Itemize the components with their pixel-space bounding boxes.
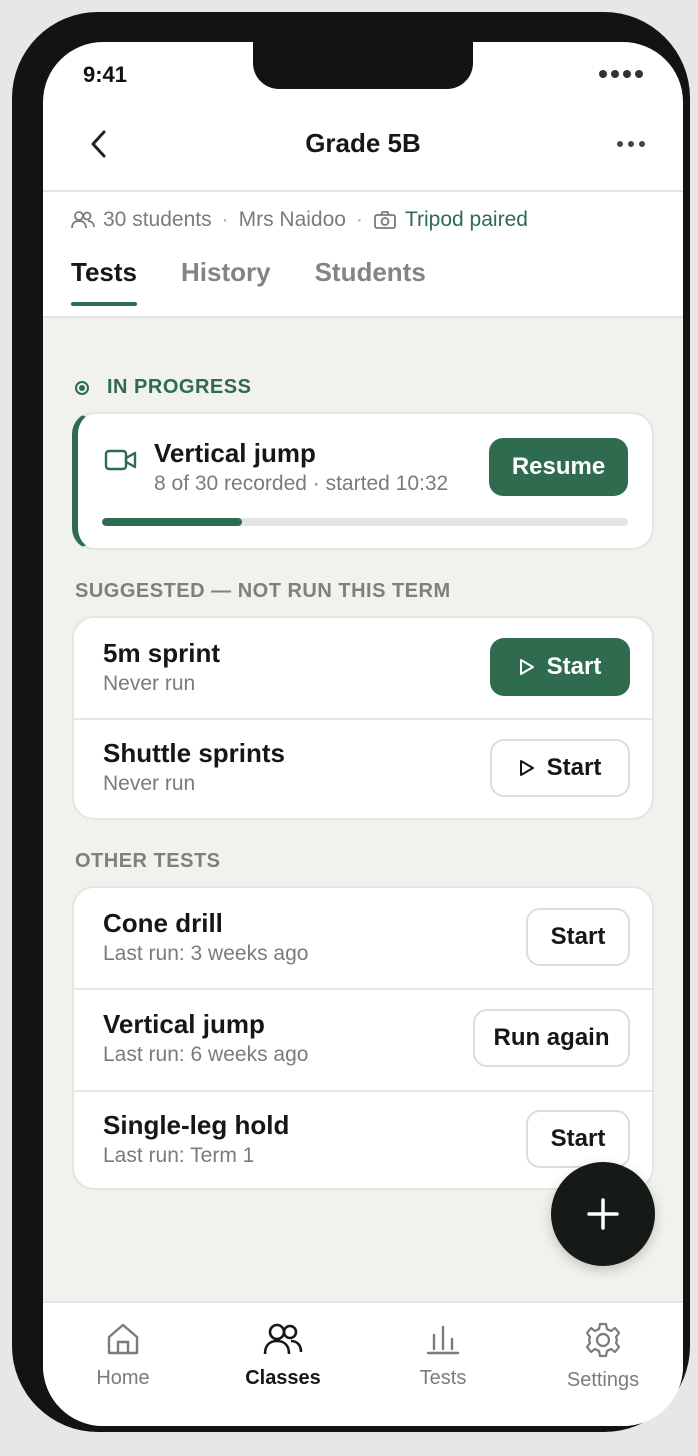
in-progress-subtitle: 8 of 30 recorded · started 10:32 (154, 472, 449, 495)
in-progress-label-text: IN PROGRESS (107, 376, 252, 398)
test-subtitle: Never run (103, 772, 196, 795)
people-icon (71, 211, 95, 229)
in-progress-card: Vertical jump 8 of 30 recorded · started… (72, 412, 654, 550)
home-icon (107, 1323, 139, 1355)
page-title: Grade 5B (305, 128, 421, 158)
test-title: Vertical jump (103, 1009, 265, 1039)
list-item: Shuttle sprints Never run Start (74, 720, 652, 818)
people-icon (263, 1323, 303, 1355)
meta-separator: · (221, 208, 229, 231)
nav-tests[interactable]: Tests (363, 1321, 523, 1390)
camera-icon (374, 211, 396, 229)
status-time: 9:41 (83, 62, 128, 87)
start-button-label: Start (546, 653, 602, 680)
nav-settings-label: Settings (566, 1369, 640, 1391)
start-button[interactable]: Start (526, 908, 630, 966)
meta-separator: · (355, 208, 363, 231)
device-notch (253, 42, 473, 89)
start-button[interactable]: Start (490, 638, 630, 696)
suggested-label: SUGGESTED — NOT RUN THIS TERM (75, 580, 451, 602)
student-count: 30 students (103, 208, 212, 231)
signal-dots-icon (599, 70, 643, 78)
nav-tests-label: Tests (419, 1367, 467, 1389)
other-tests-label: OTHER TESTS (75, 850, 221, 872)
start-button[interactable]: Start (490, 739, 630, 797)
suggested-card: 5m sprint Never run Start Shuttle sprint… (72, 616, 654, 820)
tab-students[interactable]: Students (315, 257, 426, 306)
in-progress-label: IN PROGRESS (75, 376, 251, 399)
recording-progress-fill (102, 518, 243, 526)
test-subtitle: Last run: Term 1 (103, 1144, 255, 1167)
tab-history[interactable]: History (181, 257, 271, 306)
start-button-label: Start (550, 923, 606, 950)
tripod-status[interactable]: Tripod paired (405, 208, 528, 232)
run-again-button[interactable]: Run again (473, 1009, 630, 1067)
nav-settings[interactable]: Settings (523, 1321, 683, 1392)
test-title: Cone drill (103, 908, 223, 938)
recording-progress-bar (102, 518, 628, 526)
gear-icon (585, 1322, 621, 1358)
play-icon (519, 659, 534, 675)
other-tests-card: Cone drill Last run: 3 weeks ago Start V… (72, 886, 654, 1190)
list-item: Cone drill Last run: 3 weeks ago Start (74, 888, 652, 988)
tab-tests[interactable]: Tests (71, 257, 137, 306)
tests-content: IN PROGRESS Vertical jump 8 of 30 record… (43, 318, 683, 1303)
list-item: Vertical jump Last run: 6 weeks ago Run … (74, 990, 652, 1090)
test-subtitle: Last run: 3 weeks ago (103, 942, 309, 965)
in-progress-title: Vertical jump (154, 438, 316, 468)
start-button-label: Start (550, 1125, 606, 1152)
bar-chart-icon (426, 1325, 460, 1355)
test-subtitle: Last run: 6 weeks ago (103, 1043, 309, 1066)
nav-classes-label: Classes (245, 1367, 321, 1389)
nav-home-label: Home (96, 1367, 150, 1389)
app-header: Grade 5B (43, 112, 683, 192)
video-camera-icon (104, 449, 137, 471)
bottom-nav: Home Classes Tests Settings (43, 1301, 683, 1426)
resume-button[interactable]: Resume (489, 438, 628, 496)
start-button-label: Start (546, 754, 602, 781)
resume-button-label: Resume (511, 453, 606, 480)
test-title: Single-leg hold (103, 1110, 290, 1140)
start-button[interactable]: Start (526, 1110, 630, 1168)
header-divider (43, 190, 683, 192)
list-item: 5m sprint Never run Start (74, 618, 652, 718)
plus-icon (587, 1198, 619, 1230)
test-title: Shuttle sprints (103, 738, 286, 768)
teacher-name: Mrs Naidoo (238, 208, 346, 231)
nav-home[interactable]: Home (43, 1321, 203, 1390)
tab-bar: Tests History Students (71, 257, 426, 306)
live-indicator-icon (75, 380, 89, 395)
add-test-button[interactable] (551, 1162, 655, 1266)
more-options-button[interactable] (615, 132, 647, 156)
list-item: Single-leg hold Last run: Term 1 Start (74, 1092, 652, 1188)
test-title: 5m sprint (103, 638, 221, 668)
test-subtitle: Never run (103, 672, 196, 695)
play-icon (519, 760, 534, 776)
nav-classes[interactable]: Classes (203, 1321, 363, 1390)
phone-frame: 9:41 Grade 5B 30 students · Mrs Naidoo ·… (12, 12, 690, 1432)
class-meta: 30 students · Mrs Naidoo · Tripod paired (71, 208, 528, 232)
app-screen: 9:41 Grade 5B 30 students · Mrs Naidoo ·… (43, 42, 683, 1426)
run-again-button-label: Run again (493, 1024, 610, 1051)
